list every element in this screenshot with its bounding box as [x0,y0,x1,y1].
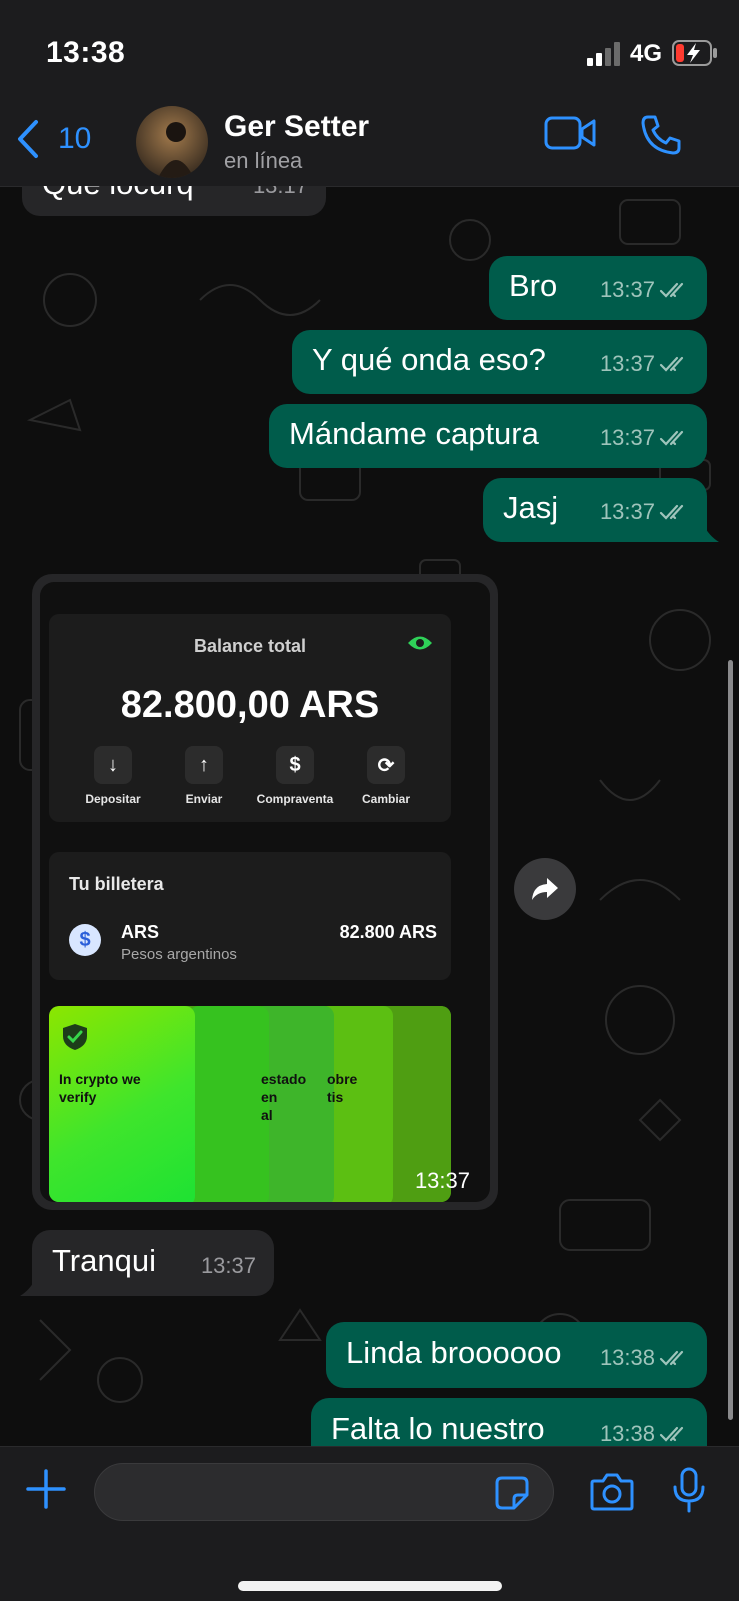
message-time: 13:17 [253,186,308,204]
message-bubble-in[interactable]: Tranqui 13:37 [32,1230,274,1296]
wallet-title: Tu billetera [69,874,164,894]
double-check-icon [659,430,684,446]
bubble-tail [20,1278,36,1296]
message-time: 13:37 [599,351,655,376]
avatar-photo [136,106,208,178]
chevron-left-icon [18,120,38,158]
message-bubble-out[interactable]: Bro 13:37 [489,256,707,320]
message-input[interactable] [94,1463,554,1521]
double-check-icon [659,1426,684,1442]
double-check-icon [659,282,684,298]
message-text: Y qué onda eso? [312,342,546,378]
message-text: Bro [509,268,558,304]
message-text: Jasj [503,490,559,526]
currency-amount: 82.800 ARS [339,922,437,942]
unread-count: 10 [58,122,92,155]
contact-status: en línea [224,148,303,173]
status-time: 13:38 [46,36,126,69]
message-bubble-in[interactable]: Que locurq 13:17 [22,186,326,216]
shield-check-icon [63,1024,87,1050]
forward-button[interactable] [514,858,576,920]
double-check-icon [659,1350,684,1366]
forward-icon [532,878,558,900]
back-button[interactable]: 10 [14,118,91,160]
message-list[interactable]: Que locurq 13:17 Bro 13:37 Y qué onda es… [0,186,739,1446]
network-type: 4G [630,40,663,67]
battery-charging-icon [672,40,717,66]
balance-amount: 82.800,00 ARS [120,684,380,726]
message-composer [0,1446,739,1601]
shared-screenshot[interactable]: Balance total 82.800,00 ARS ↓ Depositar … [40,582,490,1202]
action-depositar: ↓ Depositar [68,746,158,806]
exchange-icon: ⟳ [367,746,405,784]
promo-text: In crypto we verify [59,1071,141,1105]
message-time: 13:38 [599,1345,655,1370]
message-text: Tranqui [52,1243,156,1279]
action-cambiar: ⟳ Cambiar [341,746,431,806]
balance-title: Balance total [193,636,307,656]
message-time: 13:37 [599,277,655,302]
message-time: 13:37 [599,499,655,524]
double-check-icon [659,356,684,372]
message-time: 13:38 [599,1421,655,1446]
video-call-icon[interactable] [544,114,596,152]
currency-name: Pesos argentinos [121,946,237,963]
message-time: 13:37 [599,425,655,450]
wallet-card: Tu billetera $ ARS Pesos argentinos 82.8… [49,852,451,980]
home-indicator[interactable] [238,1581,502,1591]
action-compraventa: $ Compraventa [250,746,340,806]
balance-card: Balance total 82.800,00 ARS ↓ Depositar … [49,614,451,822]
camera-icon[interactable] [590,1471,634,1511]
message-time: 13:37 [414,1168,470,1193]
message-time: 13:37 [200,1253,256,1278]
message-bubble-out[interactable]: Jasj 13:37 [483,478,707,542]
message-text: Mándame captura [289,416,539,452]
sticker-icon[interactable] [494,1475,530,1511]
double-check-icon [659,504,684,520]
promo-carousel: In crypto we verify estado en al obre ti… [49,1006,451,1202]
bubble-tail [703,524,719,542]
message-text: Falta lo nuestro [331,1411,545,1446]
attach-plus-icon[interactable] [26,1469,66,1509]
chat-header: 10 Ger Setter en línea [0,100,739,187]
message-text: Que locurq [42,186,194,202]
avatar[interactable] [136,106,208,178]
currency-code: ARS [121,922,160,942]
message-bubble-out[interactable]: Mándame captura 13:37 [269,404,707,468]
contact-name[interactable]: Ger Setter [224,110,369,144]
promo-text: estado en al [261,1071,307,1123]
message-text: Linda broooooo [346,1335,562,1371]
coin-icon: $ [69,924,101,956]
message-bubble-out[interactable]: Y qué onda eso? 13:37 [292,330,707,394]
dollar-icon: $ [276,746,314,784]
microphone-icon[interactable] [672,1467,706,1513]
message-bubble-out[interactable]: Falta lo nuestro 13:38 [311,1398,707,1446]
promo-text: obre tis [327,1071,358,1105]
eye-icon [408,636,432,650]
image-message[interactable]: Balance total 82.800,00 ARS ↓ Depositar … [32,574,498,1210]
scrollbar[interactable] [728,660,733,1420]
status-bar: 13:38 4G [0,0,739,100]
signal-icon [587,42,620,66]
arrow-down-icon: ↓ [94,746,132,784]
arrow-up-icon: ↑ [185,746,223,784]
message-bubble-out[interactable]: Linda broooooo 13:38 [326,1322,707,1388]
phone-call-icon[interactable] [640,114,682,156]
action-enviar: ↑ Enviar [159,746,249,806]
